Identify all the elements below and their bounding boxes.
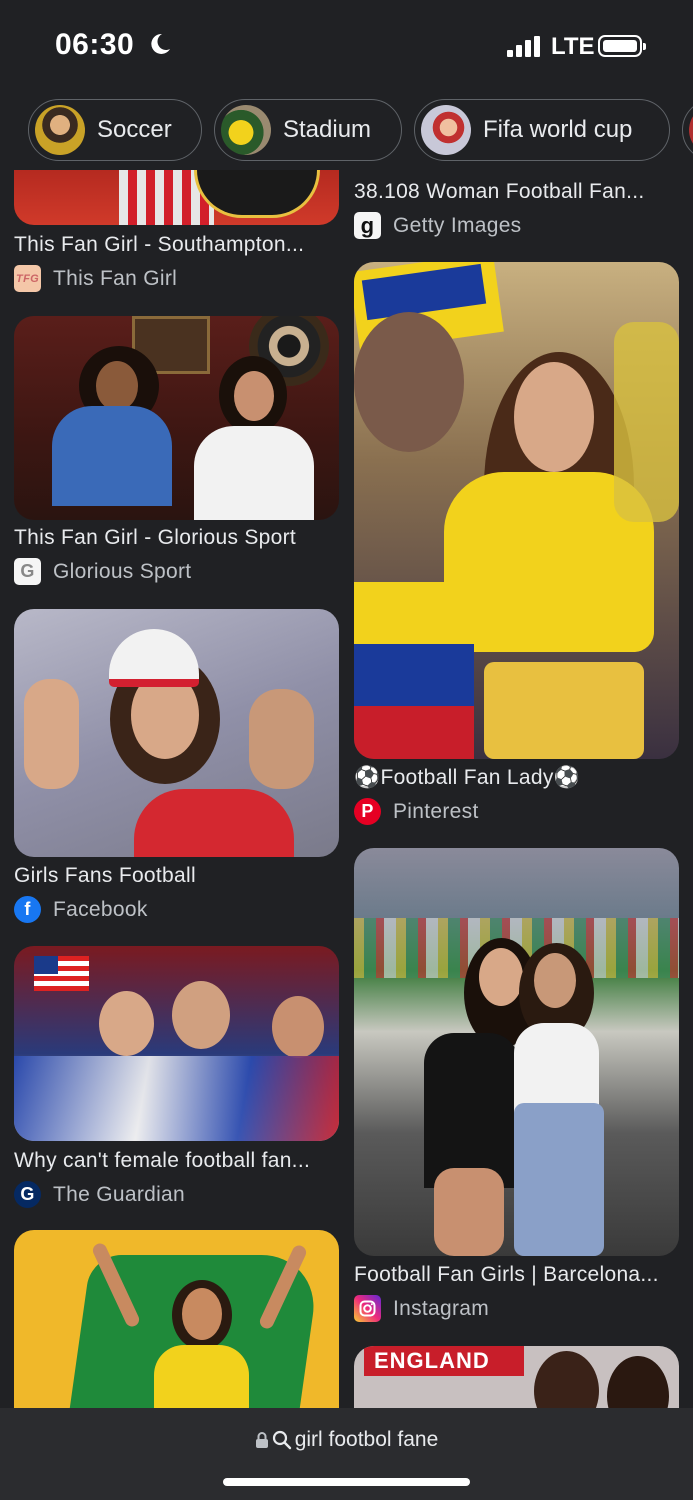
filter-chips: Soccer Stadium Fifa world cup <box>0 99 693 163</box>
result-source-label: Instagram <box>393 1296 490 1320</box>
result-image[interactable] <box>14 170 339 225</box>
result-source-label: Pinterest <box>393 799 479 823</box>
pinterest-icon: P <box>354 798 381 825</box>
status-bar: 06:30 LTE <box>0 0 693 92</box>
chip-thumbnail <box>689 105 693 155</box>
result-title[interactable]: Girls Fans Football <box>14 864 196 888</box>
chip-label: Fifa world cup <box>483 116 633 143</box>
result-source-label: This Fan Girl <box>53 266 178 290</box>
result-image[interactable] <box>14 609 339 857</box>
result-source-label: Getty Images <box>393 213 522 237</box>
result-image[interactable] <box>354 262 679 759</box>
facebook-icon: f <box>14 896 41 923</box>
result-image[interactable] <box>14 316 339 520</box>
image-results-grid: This Fan Girl - Southampton... TFG This … <box>0 170 693 1408</box>
result-source-label: Facebook <box>53 897 148 921</box>
instagram-icon <box>354 1295 381 1322</box>
result-title[interactable]: This Fan Girl - Glorious Sport <box>14 526 296 550</box>
result-source[interactable]: G Glorious Sport <box>14 558 191 585</box>
this-fan-girl-logo-icon: TFG <box>14 265 41 292</box>
result-source[interactable]: Instagram <box>354 1295 489 1322</box>
result-title[interactable]: 38.108 Woman Football Fan... <box>354 180 645 204</box>
result-title[interactable]: Football Fan Girls | Barcelona... <box>354 1263 659 1287</box>
bottom-address-bar: girl footbol fane <box>0 1408 693 1500</box>
chip-thumbnail <box>221 105 271 155</box>
result-source[interactable]: f Facebook <box>14 896 148 923</box>
battery-icon <box>598 35 646 57</box>
search-query: girl footbol fane <box>294 1428 439 1451</box>
result-image[interactable] <box>354 848 679 1256</box>
chip-more[interactable] <box>682 99 693 161</box>
home-indicator[interactable] <box>223 1478 470 1486</box>
result-source[interactable]: G The Guardian <box>14 1181 185 1208</box>
guardian-logo-icon: G <box>14 1181 41 1208</box>
result-source[interactable]: TFG This Fan Girl <box>14 265 177 292</box>
chip-fifa-world-cup[interactable]: Fifa world cup <box>414 99 670 161</box>
address-bar[interactable]: girl footbol fane <box>0 1428 693 1452</box>
network-type: LTE <box>551 33 595 60</box>
chip-thumbnail <box>35 105 85 155</box>
result-title[interactable]: ⚽Football Fan Lady⚽ <box>354 766 580 790</box>
chip-label: Soccer <box>97 116 172 143</box>
result-source-label: Glorious Sport <box>53 559 192 583</box>
glorious-sport-logo-icon: G <box>14 558 41 585</box>
chip-stadium[interactable]: Stadium <box>214 99 402 161</box>
result-image[interactable] <box>14 1230 339 1408</box>
status-time: 06:30 <box>55 28 135 61</box>
getty-images-logo-icon: g <box>354 212 381 239</box>
chip-label: Stadium <box>283 116 372 143</box>
chip-soccer[interactable]: Soccer <box>28 99 202 161</box>
result-source[interactable]: P Pinterest <box>354 798 479 825</box>
result-image[interactable] <box>14 946 339 1141</box>
result-title[interactable]: Why can't female football fan... <box>14 1149 310 1173</box>
lock-icon <box>255 1432 268 1448</box>
result-title[interactable]: This Fan Girl - Southampton... <box>14 233 304 257</box>
result-source-label: The Guardian <box>53 1182 186 1206</box>
moon-icon <box>151 33 170 54</box>
result-source[interactable]: g Getty Images <box>354 212 521 239</box>
search-icon <box>272 1430 291 1450</box>
result-image[interactable]: ENGLAND <box>354 1346 679 1408</box>
chip-thumbnail <box>421 105 471 155</box>
